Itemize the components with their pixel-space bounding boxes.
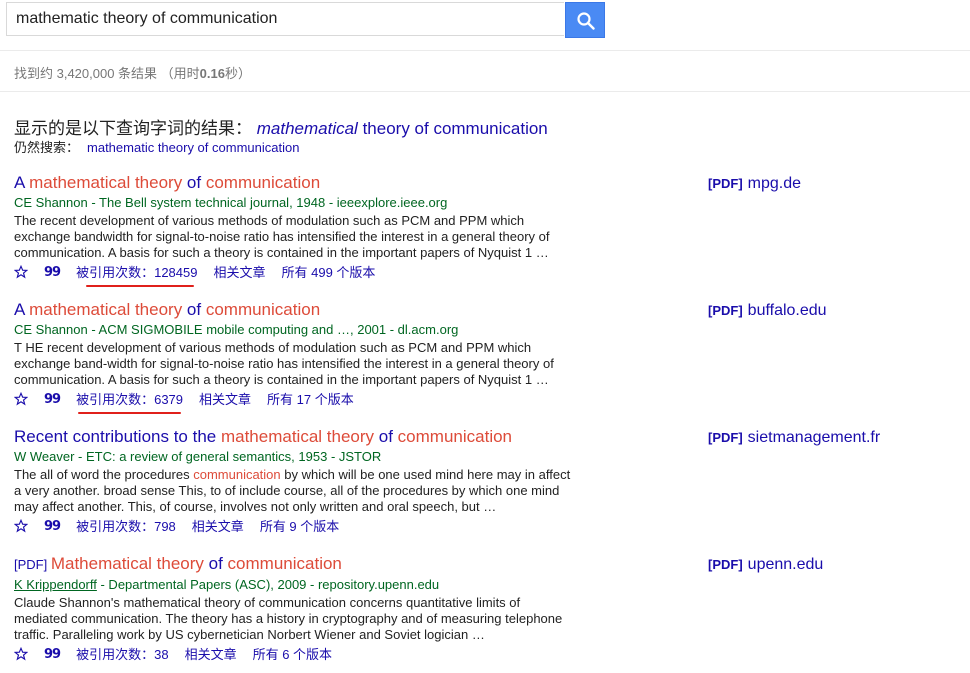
related-articles-link[interactable]: 相关文章: [185, 647, 237, 663]
pdf-tag: [PDF]: [708, 430, 743, 445]
title-highlight: mathematical theory: [29, 300, 183, 319]
result-meta: CE Shannon - The Bell system technical j…: [14, 195, 448, 210]
corrected-query-link[interactable]: mathematical theory of communication: [257, 119, 548, 138]
original-query-link[interactable]: mathematic theory of communication: [87, 140, 299, 155]
all-versions-link[interactable]: 所有 6 个版本: [253, 647, 332, 663]
result-meta: W Weaver - ETC: a review of general sema…: [14, 449, 382, 464]
result-snippet: Claude Shannon's mathematical theory of …: [14, 595, 563, 642]
result-title-link[interactable]: A mathematical theory of communication: [14, 173, 574, 193]
result-item: A mathematical theory of communication C…: [13, 300, 574, 408]
cited-by-link[interactable]: 被引用次数：38: [76, 647, 168, 663]
quote-icon[interactable]: 99: [44, 519, 61, 535]
result-actions: 99 被引用次数：128459 相关文章 所有 499 个版本: [13, 264, 574, 281]
related-articles-link[interactable]: 相关文章: [213, 265, 265, 281]
quote-icon[interactable]: 99: [44, 647, 61, 663]
title-highlight: communication: [205, 300, 321, 319]
quote-icon[interactable]: 99: [44, 392, 61, 408]
search-icon: [577, 12, 595, 30]
cited-by-link[interactable]: 被引用次数：6379: [76, 392, 183, 408]
related-articles-link[interactable]: 相关文章: [192, 519, 244, 535]
all-versions-link[interactable]: 所有 499 个版本: [282, 265, 376, 281]
result-snippet: The recent development of various method…: [14, 213, 550, 260]
result-actions: 99 被引用次数：6379 相关文章 所有 17 个版本: [13, 391, 574, 408]
meta-rest: - Departmental Papers (ASC), 2009 - repo…: [96, 577, 440, 592]
title-prefix: A: [14, 300, 30, 319]
result-actions: 99 被引用次数：798 相关文章 所有 9 个版本: [13, 518, 574, 535]
result-meta: CE Shannon - ACM SIGMOBILE mobile comput…: [14, 322, 459, 337]
star-icon[interactable]: [13, 518, 30, 535]
still-label: 仍然搜索：: [14, 140, 80, 155]
all-versions-link[interactable]: 所有 9 个版本: [260, 519, 339, 535]
stats-prefix: 找到约 3,420,000 条结果 （用时: [14, 66, 200, 81]
divider: [0, 91, 970, 92]
corrected-rest: theory of communication: [357, 119, 548, 138]
search-instead: 仍然搜索： mathematic theory of communication: [14, 137, 299, 156]
result-title-link[interactable]: Recent contributions to the mathematical…: [14, 427, 574, 447]
star-icon[interactable]: [13, 391, 30, 408]
pdf-tag: [PDF]: [14, 557, 51, 572]
pdf-tag: [PDF]: [708, 303, 743, 318]
cited-by-link[interactable]: 被引用次数：128459: [76, 265, 197, 281]
result-item: [PDF] Mathematical theory of communicati…: [13, 554, 574, 663]
result-item: A mathematical theory of communication C…: [13, 173, 574, 281]
search-input[interactable]: [16, 4, 556, 34]
corrected-italic: mathematical: [256, 119, 358, 138]
side-pdf-link[interactable]: [PDF] buffalo.edu: [708, 302, 827, 320]
title-highlight: communication: [397, 427, 512, 446]
title-mid: of: [374, 427, 398, 446]
result-stats: 找到约 3,420,000 条结果 （用时0.16秒）: [14, 63, 251, 82]
annotation-underline: [78, 412, 181, 414]
result-title-link[interactable]: [PDF] Mathematical theory of communicati…: [14, 554, 574, 575]
search-box: [6, 2, 564, 36]
snippet-part: The all of word the procedures: [14, 467, 194, 482]
side-pdf-link[interactable]: [PDF] sietmanagement.fr: [708, 429, 880, 447]
side-domain: buffalo.edu: [747, 302, 827, 319]
result-item: Recent contributions to the mathematical…: [13, 427, 574, 535]
result-snippet: T HE recent development of various metho…: [14, 340, 554, 387]
search-button[interactable]: [565, 2, 605, 38]
title-mid: of: [203, 554, 228, 573]
side-domain: sietmanagement.fr: [747, 429, 881, 446]
title-highlight: Mathematical theory: [50, 554, 204, 573]
result-actions: 99 被引用次数：38 相关文章 所有 6 个版本: [13, 646, 574, 663]
result-title-link[interactable]: A mathematical theory of communication: [14, 300, 574, 320]
star-icon[interactable]: [13, 264, 30, 281]
annotation-underline: [86, 285, 194, 287]
quote-icon[interactable]: 99: [44, 265, 61, 281]
snippet-highlight: communication: [193, 467, 281, 482]
title-highlight: communication: [205, 173, 321, 192]
pdf-tag: [PDF]: [708, 176, 743, 191]
side-pdf-link[interactable]: [PDF] upenn.edu: [708, 556, 823, 574]
result-meta: K Krippendorff - Departmental Papers (AS…: [14, 577, 574, 593]
side-domain: upenn.edu: [747, 556, 824, 573]
side-pdf-link[interactable]: [PDF] mpg.de: [708, 175, 801, 193]
title-mid: of: [182, 173, 206, 192]
related-articles-link[interactable]: 相关文章: [199, 392, 251, 408]
all-versions-link[interactable]: 所有 17 个版本: [267, 392, 354, 408]
stats-suffix: 秒）: [224, 66, 251, 81]
title-highlight: mathematical theory: [29, 173, 183, 192]
top-bar: [0, 0, 970, 51]
showing-results-for: 显示的是以下查询字词的结果： mathematical theory of co…: [14, 114, 548, 139]
title-mid: of: [182, 300, 206, 319]
result-snippet: The all of word the procedures communica…: [14, 467, 574, 515]
title-highlight: communication: [227, 554, 342, 573]
stats-time: 0.16: [199, 66, 225, 81]
showing-label: 显示的是以下查询字词的结果：: [14, 119, 252, 138]
star-icon[interactable]: [13, 646, 30, 663]
pdf-tag: [PDF]: [708, 557, 743, 572]
cited-by-link[interactable]: 被引用次数：798: [76, 519, 176, 535]
side-domain: mpg.de: [747, 175, 802, 192]
title-highlight: mathematical theory: [220, 427, 375, 446]
author-link[interactable]: K Krippendorff: [14, 577, 97, 592]
title-prefix: A: [14, 173, 30, 192]
title-prefix: Recent contributions to the: [14, 427, 221, 446]
